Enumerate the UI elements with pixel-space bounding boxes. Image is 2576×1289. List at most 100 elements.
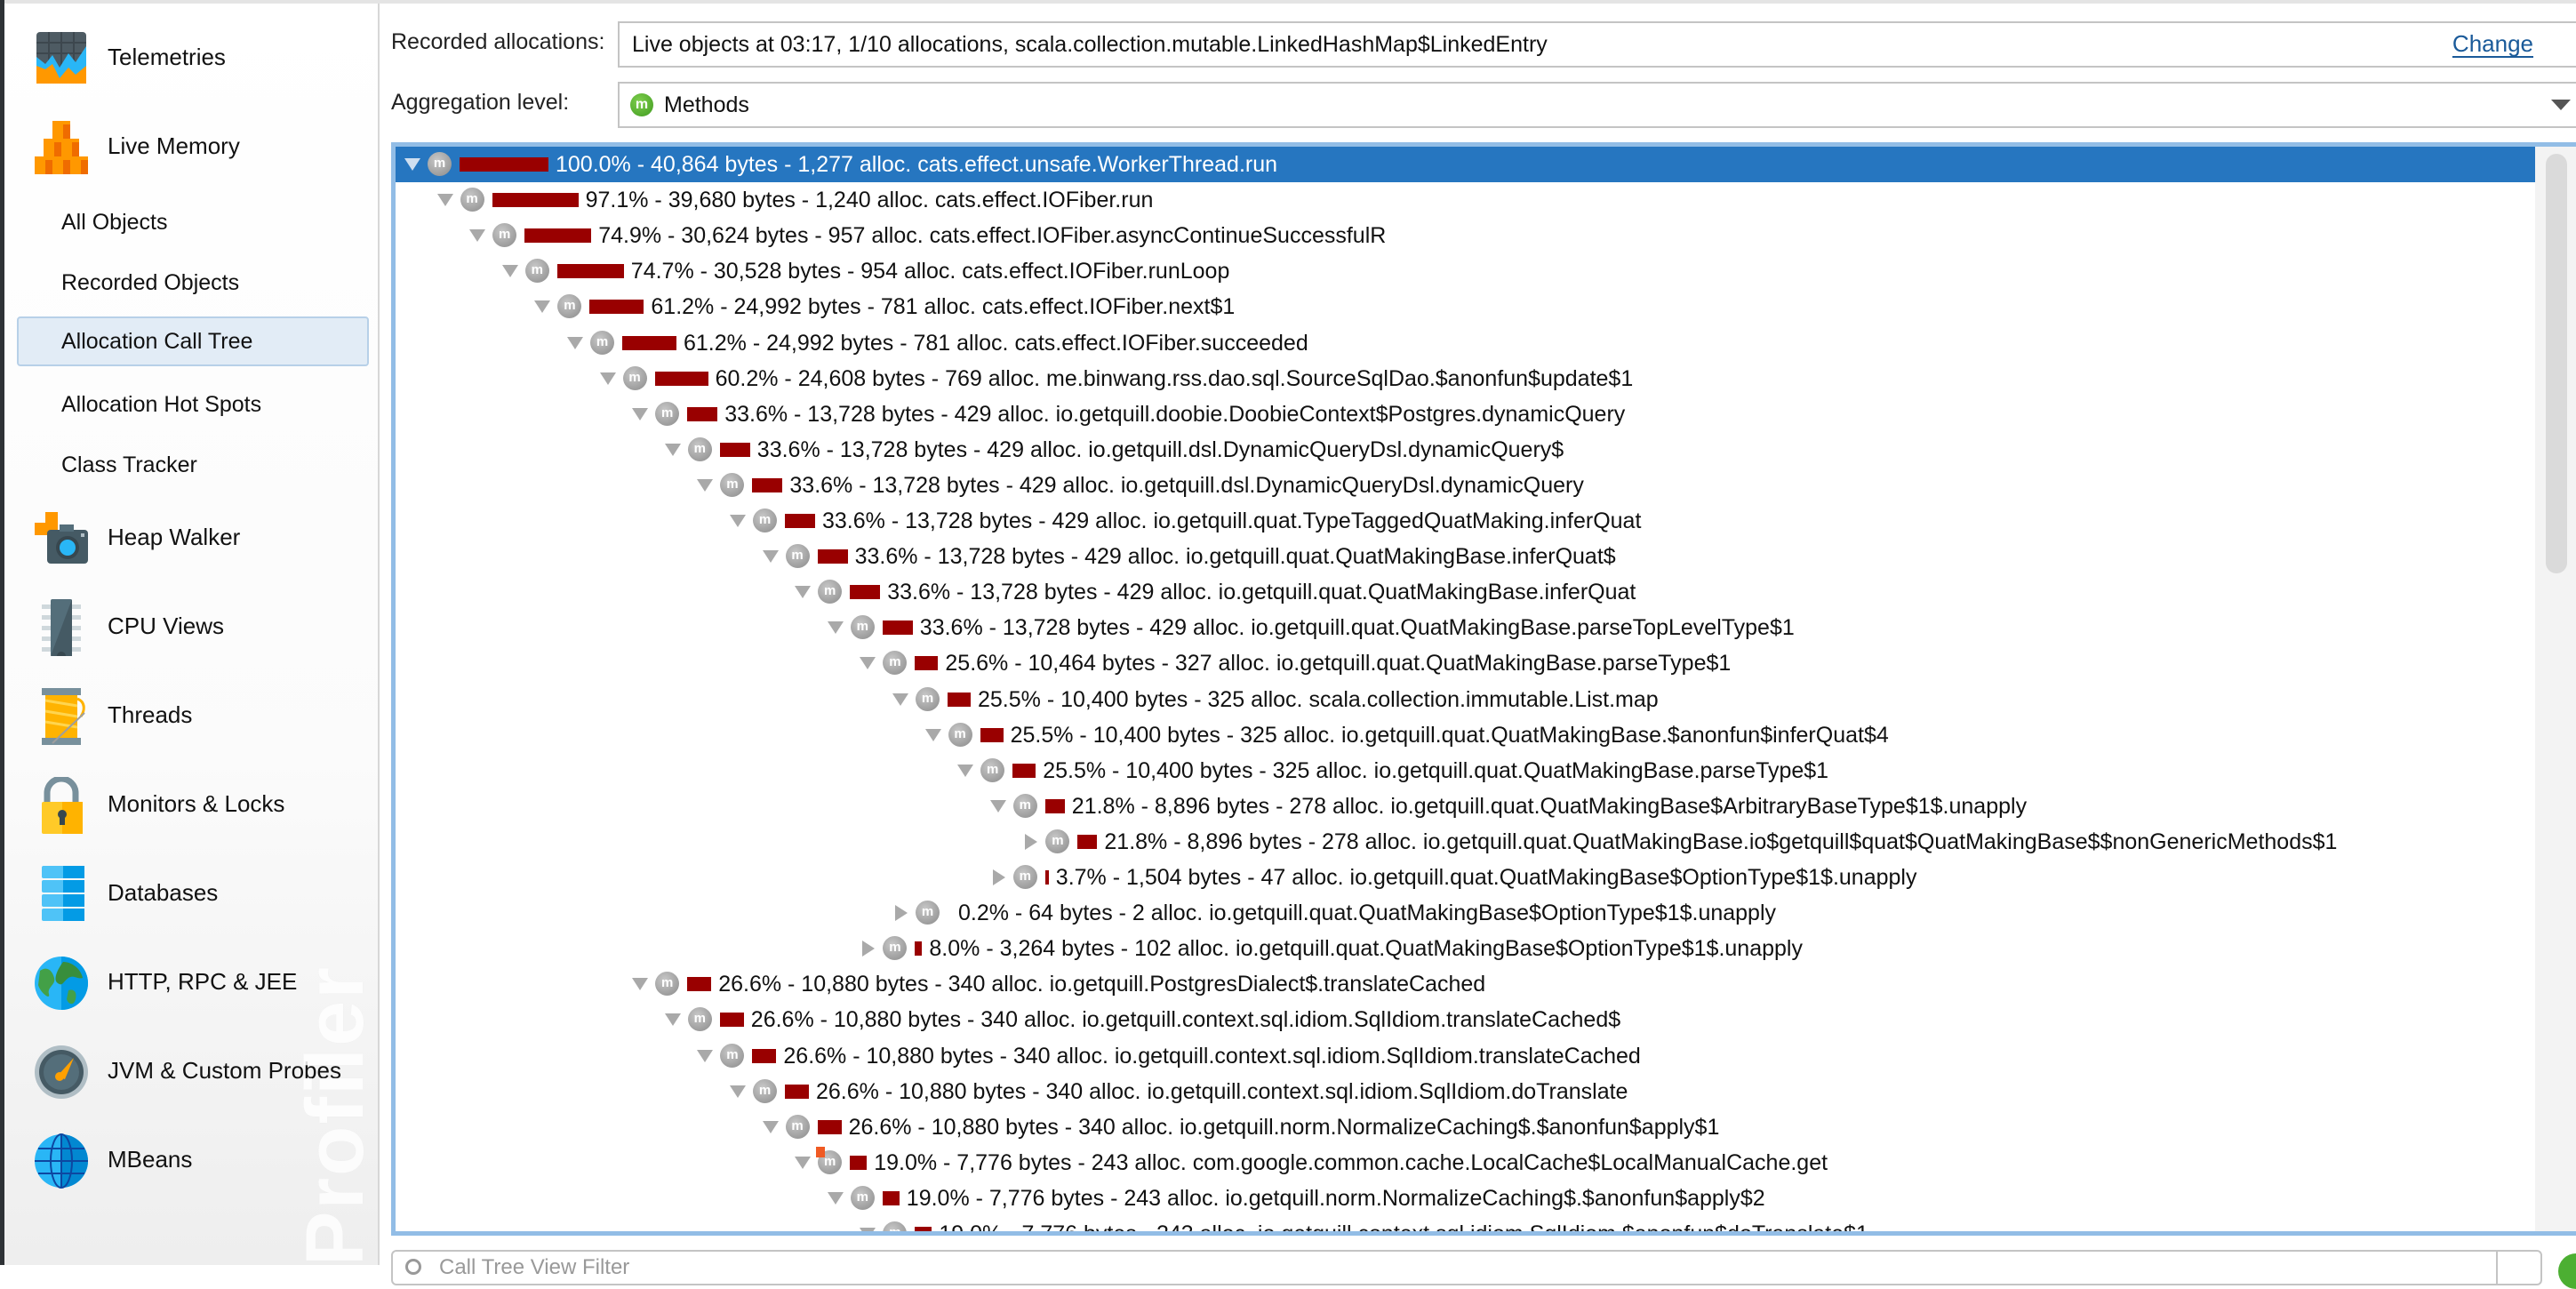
expand-toggle-open-icon[interactable]: [762, 1120, 779, 1133]
expand-toggle-open-icon[interactable]: [730, 1085, 746, 1098]
expand-toggle-open-icon[interactable]: [534, 300, 551, 314]
sidebar-subitem-allocation-hot-spots[interactable]: Allocation Hot Spots: [17, 380, 369, 429]
sidebar-subitem-all-objects[interactable]: All Objects: [17, 197, 369, 247]
tree-row-label: 97.1% - 39,680 bytes - 1,240 alloc. cats…: [585, 188, 1154, 213]
expand-toggle-open-icon[interactable]: [924, 728, 941, 741]
allocation-percentage-bar: [752, 1048, 777, 1063]
tree-row-label: 26.6% - 10,880 bytes - 340 alloc. io.get…: [718, 972, 1486, 997]
expand-toggle-open-icon[interactable]: [795, 1156, 812, 1169]
tree-row[interactable]: m 33.6% - 13,728 bytes - 429 alloc. io.ge…: [396, 539, 2535, 574]
expand-toggle-open-icon[interactable]: [827, 621, 844, 635]
tree-row[interactable]: m 0.2% - 64 bytes - 2 alloc. io.getquill.…: [396, 895, 2535, 931]
expand-toggle-open-icon[interactable]: [892, 693, 908, 706]
sidebar-item-databases[interactable]: Databases: [4, 857, 378, 928]
sidebar-item-label: Heap Walker: [108, 524, 241, 550]
sidebar-subitem-class-tracker[interactable]: Class Tracker: [17, 440, 369, 490]
tree-row[interactable]: m 74.7% - 30,528 bytes - 954 alloc. cats.…: [396, 253, 2535, 289]
expand-toggle-open-icon[interactable]: [697, 478, 714, 492]
method-icon: m: [883, 1221, 908, 1231]
sidebar-item-monitors-locks[interactable]: Monitors & Locks: [4, 768, 378, 839]
expand-toggle-open-icon[interactable]: [404, 158, 420, 171]
tree-row[interactable]: m 33.6% - 13,728 bytes - 429 alloc. io.ge…: [396, 574, 2535, 610]
sidebar-item-heap-walker[interactable]: Heap Walker: [4, 501, 378, 572]
expand-toggle-closed-icon[interactable]: [862, 941, 876, 957]
tree-row[interactable]: m 97.1% - 39,680 bytes - 1,240 alloc. cat…: [396, 182, 2535, 218]
tree-row-label: 26.6% - 10,880 bytes - 340 alloc. io.get…: [816, 1078, 1628, 1104]
expand-toggle-open-icon[interactable]: [860, 657, 876, 670]
expand-toggle-open-icon[interactable]: [697, 1049, 714, 1062]
tree-row-label: 21.8% - 8,896 bytes - 278 alloc. io.getq…: [1071, 793, 2028, 819]
sidebar-item-threads[interactable]: Threads: [4, 679, 378, 750]
tree-row[interactable]: m 26.6% - 10,880 bytes - 340 alloc. io.ge…: [396, 1002, 2535, 1037]
call-tree-filter-input[interactable]: Call Tree View Filter: [391, 1250, 2542, 1285]
filter-placeholder: Call Tree View Filter: [439, 1255, 630, 1279]
expand-toggle-open-icon[interactable]: [664, 443, 681, 456]
method-icon: m: [785, 544, 810, 569]
scrollbar-thumb[interactable]: [2546, 154, 2567, 573]
tree-row[interactable]: m 19.0% - 7,776 bytes - 243 alloc. com.go…: [396, 1145, 2535, 1181]
tree-row[interactable]: m 25.5% - 10,400 bytes - 325 alloc. io.ge…: [396, 717, 2535, 753]
expand-toggle-open-icon[interactable]: [762, 550, 779, 564]
sidebar-item-cpu-views[interactable]: CPU Views: [4, 590, 378, 661]
methods-icon: m: [630, 93, 653, 116]
expand-toggle-open-icon[interactable]: [664, 1013, 681, 1027]
tree-row[interactable]: m 25.6% - 10,464 bytes - 327 alloc. io.ge…: [396, 645, 2535, 681]
expand-toggle-open-icon[interactable]: [469, 229, 486, 243]
expand-toggle-open-icon[interactable]: [599, 372, 616, 385]
tree-row[interactable]: m 33.6% - 13,728 bytes - 429 alloc. io.ge…: [396, 503, 2535, 539]
allocation-call-tree[interactable]: m 100.0% - 40,864 bytes - 1,277 alloc. ca…: [391, 142, 2576, 1236]
expand-toggle-open-icon[interactable]: [436, 194, 453, 207]
sidebar-item-live-memory[interactable]: Live Memory: [4, 110, 378, 181]
vertical-scrollbar[interactable]: [2535, 147, 2576, 1231]
tree-row[interactable]: m 61.2% - 24,992 bytes - 781 alloc. cats.…: [396, 289, 2535, 324]
tree-row[interactable]: m 33.6% - 13,728 bytes - 429 alloc. io.ge…: [396, 468, 2535, 503]
tree-row[interactable]: m 21.8% - 8,896 bytes - 278 alloc. io.get…: [396, 824, 2535, 860]
sidebar-item-telemetries[interactable]: Telemetries: [4, 21, 378, 92]
sidebar-subitem-recorded-objects[interactable]: Recorded Objects: [17, 258, 369, 308]
tree-row[interactable]: m 26.6% - 10,880 bytes - 340 alloc. io.ge…: [396, 966, 2535, 1002]
change-link[interactable]: Change: [2452, 23, 2533, 64]
threads-icon: [33, 688, 90, 745]
method-icon: m: [428, 152, 452, 176]
tree-row[interactable]: m 19.0% - 7,776 bytes - 243 alloc. io.get…: [396, 1181, 2535, 1216]
tree-row[interactable]: m 19.0% - 7,776 bytes - 243 alloc. io.get…: [396, 1216, 2535, 1231]
expand-toggle-open-icon[interactable]: [795, 586, 812, 599]
expand-toggle-closed-icon[interactable]: [992, 869, 1005, 885]
aggregation-level-dropdown[interactable]: m Methods: [618, 82, 2576, 128]
tree-row[interactable]: m 26.6% - 10,880 bytes - 340 alloc. io.ge…: [396, 1074, 2535, 1109]
tree-row[interactable]: m 33.6% - 13,728 bytes - 429 alloc. io.ge…: [396, 396, 2535, 432]
expand-toggle-open-icon[interactable]: [730, 515, 746, 527]
tree-row[interactable]: m 33.6% - 13,728 bytes - 429 alloc. io.ge…: [396, 610, 2535, 645]
method-icon: m: [687, 1007, 712, 1032]
method-icon: m: [1012, 793, 1037, 818]
method-icon: m: [557, 294, 582, 319]
expand-toggle-closed-icon[interactable]: [1025, 833, 1038, 850]
tree-row[interactable]: m 3.7% - 1,504 bytes - 47 alloc. io.getqu…: [396, 860, 2535, 895]
chevron-down-icon[interactable]: [2551, 100, 2571, 110]
tree-row[interactable]: m 25.5% - 10,400 bytes - 325 alloc. io.ge…: [396, 753, 2535, 789]
tree-row-label: 61.2% - 24,992 bytes - 781 alloc. cats.e…: [684, 330, 1308, 356]
tree-row[interactable]: m 26.6% - 10,880 bytes - 340 alloc. io.ge…: [396, 1038, 2535, 1074]
expand-toggle-open-icon[interactable]: [957, 764, 974, 777]
expand-toggle-open-icon[interactable]: [632, 978, 649, 991]
tree-row[interactable]: m 61.2% - 24,992 bytes - 781 alloc. cats.…: [396, 325, 2535, 361]
expand-toggle-open-icon[interactable]: [632, 407, 649, 420]
filter-options-button[interactable]: [2496, 1250, 2540, 1285]
search-icon: [405, 1259, 421, 1275]
sidebar-subitem-allocation-call-tree[interactable]: Allocation Call Tree: [17, 316, 369, 366]
expand-toggle-closed-icon[interactable]: [895, 905, 908, 922]
expand-toggle-open-icon[interactable]: [860, 1228, 876, 1231]
tree-row[interactable]: m 60.2% - 24,608 bytes - 769 alloc. me.bi…: [396, 361, 2535, 396]
expand-toggle-open-icon[interactable]: [827, 1191, 844, 1205]
expand-toggle-open-icon[interactable]: [989, 799, 1006, 813]
tree-row[interactable]: m 33.6% - 13,728 bytes - 429 alloc. io.ge…: [396, 432, 2535, 468]
expand-toggle-open-icon[interactable]: [501, 265, 518, 278]
expand-toggle-open-icon[interactable]: [567, 336, 583, 349]
tree-row[interactable]: m 74.9% - 30,624 bytes - 957 alloc. cats.…: [396, 218, 2535, 253]
method-icon: m: [850, 615, 875, 640]
tree-row[interactable]: m 21.8% - 8,896 bytes - 278 alloc. io.get…: [396, 789, 2535, 824]
tree-row[interactable]: m 8.0% - 3,264 bytes - 102 alloc. io.getq…: [396, 931, 2535, 966]
tree-row[interactable]: m 25.5% - 10,400 bytes - 325 alloc. scala…: [396, 682, 2535, 717]
tree-row[interactable]: m 26.6% - 10,880 bytes - 340 alloc. io.ge…: [396, 1109, 2535, 1145]
tree-row[interactable]: m 100.0% - 40,864 bytes - 1,277 alloc. ca…: [396, 147, 2535, 182]
